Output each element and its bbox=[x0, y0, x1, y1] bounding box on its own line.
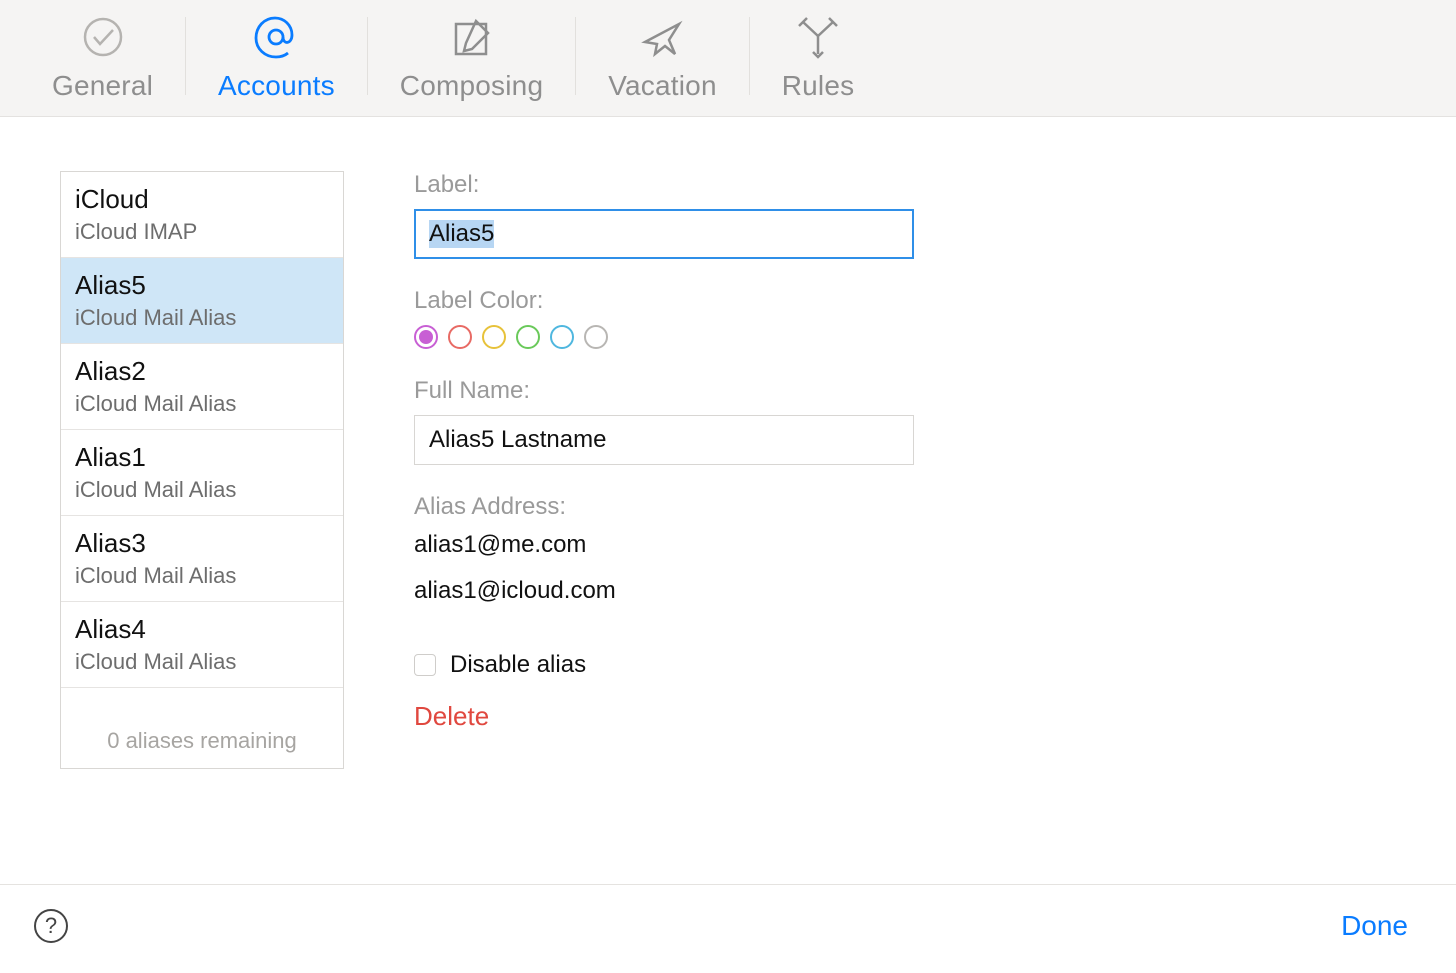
color-swatches bbox=[414, 325, 934, 349]
account-list: iCloud iCloud IMAP Alias5 iCloud Mail Al… bbox=[60, 171, 344, 769]
color-swatch-red[interactable] bbox=[448, 325, 472, 349]
account-title: Alias1 bbox=[75, 442, 329, 473]
tab-label: General bbox=[52, 70, 153, 102]
alias-address-1: alias1@me.com bbox=[414, 531, 934, 559]
divider bbox=[185, 17, 186, 95]
label-input[interactable] bbox=[414, 209, 914, 259]
color-swatch-purple[interactable] bbox=[414, 325, 438, 349]
color-swatch-gray[interactable] bbox=[584, 325, 608, 349]
tab-label: Accounts bbox=[218, 70, 335, 102]
tab-composing[interactable]: Composing bbox=[370, 10, 573, 102]
preferences-tabbar: General Accounts Composing Vacation bbox=[0, 0, 1456, 117]
tab-general[interactable]: General bbox=[22, 10, 183, 102]
account-item-alias4[interactable]: Alias4 iCloud Mail Alias bbox=[61, 602, 343, 688]
tab-rules[interactable]: Rules bbox=[752, 10, 885, 102]
alias-detail: Label: Label Color: Full Name: Alias Add… bbox=[414, 171, 934, 769]
fullname-caption: Full Name: bbox=[414, 377, 934, 405]
alias-address-2: alias1@icloud.com bbox=[414, 577, 934, 605]
tab-label: Composing bbox=[400, 70, 543, 102]
account-title: iCloud bbox=[75, 184, 329, 215]
account-subtitle: iCloud Mail Alias bbox=[75, 391, 329, 417]
accounts-pane: iCloud iCloud IMAP Alias5 iCloud Mail Al… bbox=[0, 117, 1456, 769]
airplane-icon bbox=[639, 10, 685, 64]
account-subtitle: iCloud Mail Alias bbox=[75, 649, 329, 675]
done-button[interactable]: Done bbox=[1341, 910, 1408, 942]
account-subtitle: iCloud Mail Alias bbox=[75, 563, 329, 589]
account-title: Alias5 bbox=[75, 270, 329, 301]
account-title: Alias3 bbox=[75, 528, 329, 559]
account-subtitle: iCloud Mail Alias bbox=[75, 305, 329, 331]
alias-address-caption: Alias Address: bbox=[414, 493, 934, 521]
divider bbox=[575, 17, 576, 95]
color-swatch-blue[interactable] bbox=[550, 325, 574, 349]
disable-alias-row: Disable alias bbox=[414, 651, 934, 679]
account-subtitle: iCloud IMAP bbox=[75, 219, 329, 245]
delete-alias-button[interactable]: Delete bbox=[414, 701, 934, 732]
question-icon: ? bbox=[45, 913, 57, 939]
color-swatch-green[interactable] bbox=[516, 325, 540, 349]
tab-accounts[interactable]: Accounts bbox=[188, 10, 365, 102]
footer: ? Done bbox=[0, 884, 1456, 943]
divider bbox=[367, 17, 368, 95]
disable-alias-checkbox[interactable] bbox=[414, 654, 436, 676]
disable-alias-label: Disable alias bbox=[450, 651, 586, 679]
account-subtitle: iCloud Mail Alias bbox=[75, 477, 329, 503]
tab-label: Vacation bbox=[608, 70, 717, 102]
at-sign-icon bbox=[252, 10, 300, 64]
help-button[interactable]: ? bbox=[34, 909, 68, 943]
divider bbox=[749, 17, 750, 95]
account-item-alias2[interactable]: Alias2 iCloud Mail Alias bbox=[61, 344, 343, 430]
account-item-icloud[interactable]: iCloud iCloud IMAP bbox=[61, 172, 343, 258]
account-item-alias5[interactable]: Alias5 iCloud Mail Alias bbox=[61, 258, 343, 344]
label-color-caption: Label Color: bbox=[414, 287, 934, 315]
fullname-input[interactable] bbox=[414, 415, 914, 465]
arrows-split-icon bbox=[795, 10, 841, 64]
label-field-caption: Label: bbox=[414, 171, 934, 199]
tab-label: Rules bbox=[782, 70, 855, 102]
aliases-remaining: 0 aliases remaining bbox=[61, 688, 343, 768]
account-item-alias3[interactable]: Alias3 iCloud Mail Alias bbox=[61, 516, 343, 602]
checkmark-circle-icon bbox=[81, 10, 125, 64]
tab-vacation[interactable]: Vacation bbox=[578, 10, 747, 102]
color-swatch-yellow[interactable] bbox=[482, 325, 506, 349]
account-title: Alias2 bbox=[75, 356, 329, 387]
account-title: Alias4 bbox=[75, 614, 329, 645]
compose-icon bbox=[450, 10, 494, 64]
account-item-alias1[interactable]: Alias1 iCloud Mail Alias bbox=[61, 430, 343, 516]
